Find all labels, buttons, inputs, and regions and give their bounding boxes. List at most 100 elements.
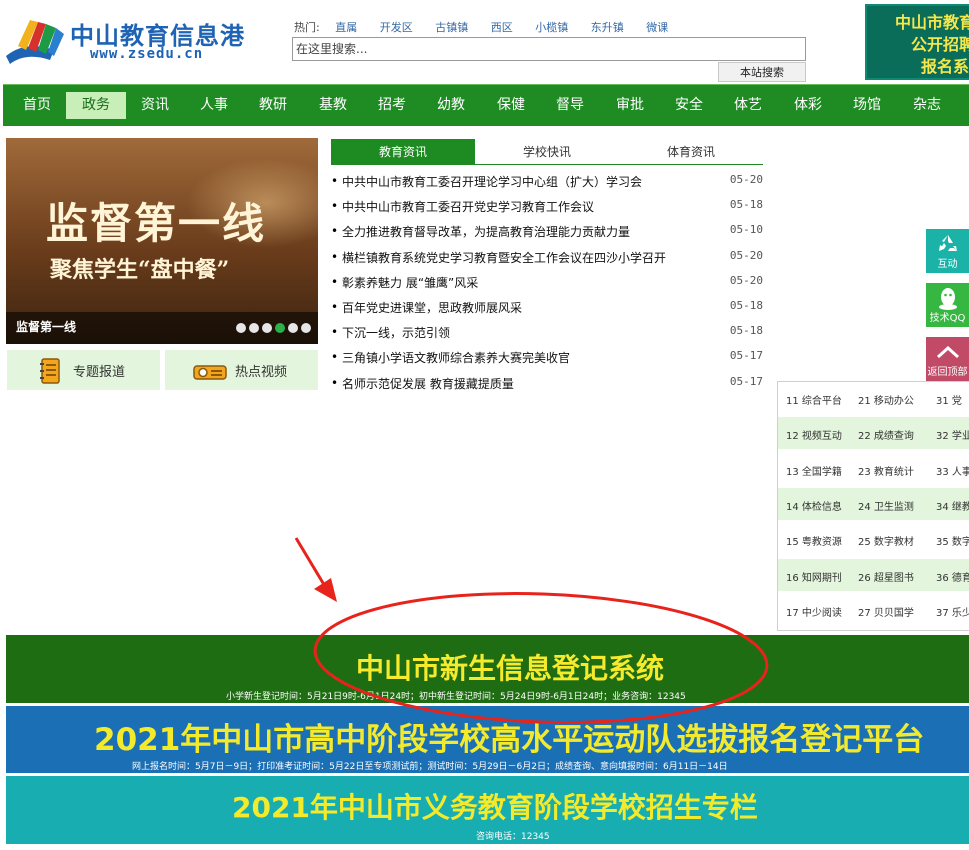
news-title[interactable]: 横栏镇教育系统党史学习教育暨安全工作会议在四沙小学召开: [342, 249, 666, 266]
nav-item-health[interactable]: 保健: [487, 92, 535, 119]
ad-line: 中山市教育: [895, 13, 969, 32]
platform-link[interactable]: 37 乐少: [936, 604, 969, 619]
search-input[interactable]: [292, 37, 806, 61]
tab-school-news[interactable]: 学校快讯: [475, 139, 619, 165]
slider-dot[interactable]: [249, 323, 259, 333]
slider-dot[interactable]: [262, 323, 272, 333]
platform-row: 11 综合平台 21 移动办公 31 党: [778, 382, 969, 414]
nav-item-research[interactable]: 教研: [249, 92, 297, 119]
slider-dot[interactable]: [288, 323, 298, 333]
platform-link-grid: 11 综合平台 21 移动办公 31 党 12 视频互动 22 成绩查询 32 学业 13 …: [777, 381, 969, 631]
platform-link[interactable]: 16 知网期刊: [786, 569, 842, 584]
search-button[interactable]: 本站搜索: [718, 62, 806, 82]
platform-link[interactable]: 33 人事: [936, 463, 969, 478]
float-label: 互动: [937, 259, 958, 270]
nav-item-personnel[interactable]: 人事: [190, 92, 238, 119]
news-item[interactable]: • 下沉一线，示范引领 05-18: [331, 320, 765, 345]
newborn-registration-banner[interactable]: 中山市新生信息登记系统 小学新生登记时间：5月21日9时-6月1日24时；初中新…: [6, 635, 969, 703]
nav-item-preschool[interactable]: 幼教: [427, 92, 475, 119]
nav-item-exam[interactable]: 招考: [368, 92, 416, 119]
nav-item-lottery[interactable]: 体彩: [784, 92, 832, 119]
news-title[interactable]: 百年党史进课堂，思政教师展风采: [342, 299, 522, 316]
platform-link[interactable]: 27 贝贝国学: [858, 604, 914, 619]
sports-team-registration-banner[interactable]: 2021年中山市高中阶段学校高水平运动队选拔报名登记平台 网上报名时间：5月7日…: [6, 706, 969, 773]
nav-item-safety[interactable]: 安全: [665, 92, 713, 119]
news-item[interactable]: • 横栏镇教育系统党史学习教育暨安全工作会议在四沙小学召开 05-20: [331, 245, 765, 270]
platform-link[interactable]: 21 移动办公: [858, 392, 914, 407]
bullet-icon: •: [331, 249, 339, 264]
news-item[interactable]: • 三角镇小学语文教师综合素养大赛完美收官 05-17: [331, 345, 765, 370]
platform-link[interactable]: 14 体检信息: [786, 498, 842, 513]
platform-link[interactable]: 26 超星图书: [858, 569, 914, 584]
recruit-ad-banner[interactable]: 中山市教育 公开招聘 报名系统: [865, 4, 969, 80]
nav-item-government[interactable]: 政务: [66, 92, 126, 119]
bullet-icon: •: [331, 299, 339, 314]
slider-dot[interactable]: [301, 323, 311, 333]
hot-link[interactable]: 东升镇: [591, 21, 624, 34]
news-date: 05-20: [729, 273, 763, 287]
platform-link[interactable]: 34 继教: [936, 498, 969, 513]
platform-link[interactable]: 17 中少阅读: [786, 604, 842, 619]
news-title[interactable]: 中共中山市教育工委召开党史学习教育工作会议: [342, 198, 594, 215]
news-item[interactable]: • 名师示范促发展 教育援藏提质量 05-17: [331, 371, 765, 396]
platform-link[interactable]: 13 全国学籍: [786, 463, 842, 478]
hot-link[interactable]: 开发区: [380, 21, 413, 34]
news-item[interactable]: • 中共中山市教育工委召开党史学习教育工作会议 05-18: [331, 194, 765, 219]
hot-link[interactable]: 直属: [335, 21, 357, 34]
platform-link[interactable]: 35 数字: [936, 533, 969, 548]
hot-video-button[interactable]: 热点视频: [165, 350, 318, 390]
nav-item-magazine[interactable]: 杂志: [903, 92, 951, 119]
platform-link[interactable]: 23 教育统计: [858, 463, 914, 478]
platform-link[interactable]: 36 德育: [936, 569, 969, 584]
news-title[interactable]: 名师示范促发展 教育援藏提质量: [342, 375, 514, 392]
recycle-icon: [939, 235, 957, 251]
back-to-top-button[interactable]: 返回顶部: [926, 337, 969, 381]
news-item[interactable]: • 彰素养魅力 展“雏鹰”风采 05-20: [331, 270, 765, 295]
qq-float-button[interactable]: 技术QQ: [926, 283, 969, 327]
platform-link[interactable]: 11 综合平台: [786, 392, 842, 407]
news-title[interactable]: 中共中山市教育工委召开理论学习中心组（扩大）学习会: [342, 173, 642, 190]
hot-link[interactable]: 微课: [646, 21, 668, 34]
quick-button-label: 热点视频: [235, 365, 288, 380]
tab-sports-news[interactable]: 体育资讯: [619, 139, 763, 165]
interact-float-button[interactable]: 互动: [926, 229, 969, 273]
nav-item-venues[interactable]: 场馆: [843, 92, 891, 119]
nav-item-basic-edu[interactable]: 基教: [309, 92, 357, 119]
slider-dot[interactable]: [275, 323, 285, 333]
hot-link[interactable]: 西区: [491, 21, 513, 34]
platform-link[interactable]: 32 学业: [936, 427, 969, 442]
hot-link[interactable]: 小榄镇: [535, 21, 568, 34]
news-item[interactable]: • 全力推进教育督导改革，为提高教育治理能力贡献力量 05-10: [331, 219, 765, 244]
tab-education-news[interactable]: 教育资讯: [331, 139, 475, 165]
nav-item-supervision[interactable]: 督导: [546, 92, 594, 119]
news-title[interactable]: 全力推进教育督导改革，为提高教育治理能力贡献力量: [342, 223, 630, 240]
nav-item-news[interactable]: 资讯: [131, 92, 179, 119]
bullet-icon: •: [331, 325, 339, 340]
news-item[interactable]: • 中共中山市教育工委召开理论学习中心组（扩大）学习会 05-20: [331, 169, 765, 194]
platform-link[interactable]: 31 党: [936, 392, 962, 407]
news-item[interactable]: • 百年党史进课堂，思政教师展风采 05-18: [331, 295, 765, 320]
enrollment-column-banner[interactable]: 2021年中山市义务教育阶段学校招生专栏 咨询电话：12345: [6, 776, 969, 844]
hot-link[interactable]: 古镇镇: [435, 21, 468, 34]
topic-report-button[interactable]: 专题报道: [7, 350, 160, 390]
news-title[interactable]: 彰素养魅力 展“雏鹰”风采: [342, 274, 478, 291]
news-title[interactable]: 下沉一线，示范引领: [342, 324, 450, 341]
float-label: 技术QQ: [929, 313, 966, 324]
nav-item-sports-arts[interactable]: 体艺: [724, 92, 772, 119]
platform-link[interactable]: 25 数字教材: [858, 533, 914, 548]
bullet-icon: •: [331, 199, 339, 214]
platform-link[interactable]: 15 粤教资源: [786, 533, 842, 548]
platform-link[interactable]: 24 卫生监测: [858, 498, 914, 513]
notebook-icon: [40, 358, 60, 384]
nav-item-approval[interactable]: 审批: [606, 92, 654, 119]
platform-link[interactable]: 12 视频互动: [786, 427, 842, 442]
news-title[interactable]: 三角镇小学语文教师综合素养大赛完美收官: [342, 349, 570, 366]
platform-row: 16 知网期刊 26 超星图书 36 德育: [778, 558, 969, 591]
qq-penguin-icon: [939, 288, 957, 310]
nav-item-home[interactable]: 首页: [11, 92, 63, 119]
platform-link[interactable]: 22 成绩查询: [858, 427, 914, 442]
slider-dot[interactable]: [236, 323, 246, 333]
site-logo[interactable]: 中山教育信息港 www.zsedu.cn: [4, 10, 264, 70]
news-slider[interactable]: 监督第一线 聚焦学生“盘中餐” 监督第一线: [6, 138, 318, 344]
bullet-icon: •: [331, 375, 339, 390]
